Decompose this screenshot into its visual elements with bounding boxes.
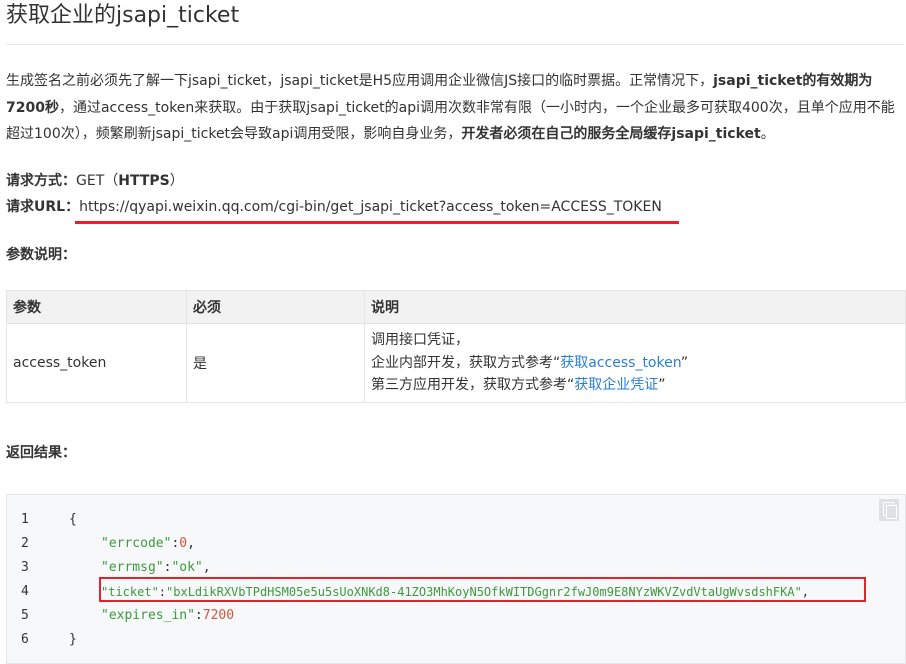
url-highlight-underline bbox=[75, 221, 679, 224]
param-desc-cell: 调用接口凭证， 企业内部开发，获取方式参考“获取access_token” 第三… bbox=[364, 323, 906, 403]
code-text: } bbox=[69, 632, 77, 647]
code-value: 7200 bbox=[202, 608, 235, 623]
params-header-required: 必须 bbox=[186, 290, 365, 324]
param-desc-line-3: 第三方应用开发，获取方式参考“获取企业凭证” bbox=[371, 374, 899, 397]
code-text: "errcode":0, bbox=[101, 532, 195, 556]
code-block: 1 { 2 "errcode":0, 3 "errmsg":"ok", 4 "t… bbox=[6, 494, 906, 664]
code-text: { bbox=[69, 512, 77, 527]
line-number: 6 bbox=[21, 632, 29, 647]
request-method-https: HTTPS bbox=[118, 173, 170, 189]
copy-icon-front bbox=[886, 505, 897, 519]
params-header-name: 参数 bbox=[6, 290, 187, 324]
request-method-close: ） bbox=[169, 173, 184, 189]
title-divider bbox=[6, 44, 904, 45]
param-desc-line-1: 调用接口凭证， bbox=[371, 332, 469, 349]
request-url-value[interactable]: https://qyapi.weixin.qq.com/cgi-bin/get_… bbox=[79, 199, 662, 215]
table-row: access_token 是 调用接口凭证， 企业内部开发，获取方式参考“获取a… bbox=[6, 323, 906, 403]
code-value: 0 bbox=[179, 536, 188, 551]
code-tail: , bbox=[187, 536, 195, 551]
request-method-row: 请求方式：GET（HTTPS） bbox=[6, 170, 184, 192]
params-header-desc: 说明 bbox=[364, 290, 906, 324]
code-sep: : bbox=[194, 608, 203, 623]
line-number: 4 bbox=[21, 584, 29, 599]
code-key: "errcode" bbox=[101, 536, 172, 551]
param-name-cell: access_token bbox=[6, 323, 187, 403]
link-get-access-token[interactable]: 获取access_token bbox=[560, 355, 681, 371]
param-required-cell: 是 bbox=[186, 323, 365, 403]
page-title: 获取企业的jsapi_ticket bbox=[6, 3, 240, 28]
ticket-highlight-box bbox=[99, 577, 866, 602]
line-number: 2 bbox=[21, 536, 29, 551]
line-number: 3 bbox=[21, 560, 29, 575]
code-key: "expires_in" bbox=[101, 608, 195, 623]
intro-text-1: 生成签名之前必须先了解一下jsapi_ticket，jsapi_ticket是H… bbox=[6, 73, 714, 89]
request-method-value: GET（ bbox=[76, 173, 119, 189]
intro-paragraph: 生成签名之前必须先了解一下jsapi_ticket，jsapi_ticket是H… bbox=[6, 68, 900, 148]
params-table: 参数 必须 说明 access_token 是 调用接口凭证， 企业内部开发，获… bbox=[6, 290, 906, 403]
copy-icon[interactable] bbox=[879, 499, 899, 521]
request-method-label: 请求方式： bbox=[6, 173, 76, 189]
line-number: 1 bbox=[21, 512, 29, 527]
param-desc-line-3-suffix: ” bbox=[658, 377, 666, 394]
request-url-label: 请求URL： bbox=[6, 199, 80, 215]
param-desc-line-2-suffix: ” bbox=[680, 354, 689, 371]
param-desc-line-2-prefix: 企业内部开发，获取方式参考“ bbox=[371, 354, 561, 371]
intro-bold-2: 开发者必须在自己的服务全局缓存jsapi_ticket bbox=[461, 126, 761, 142]
code-tail: , bbox=[202, 560, 211, 575]
line-number: 5 bbox=[21, 608, 29, 623]
code-text: "expires_in":7200 bbox=[101, 604, 234, 628]
params-section-title: 参数说明： bbox=[6, 247, 76, 263]
result-section-title: 返回结果： bbox=[6, 445, 76, 461]
request-url-row: 请求URL：https://qyapi.weixin.qq.com/cgi-bi… bbox=[6, 196, 662, 218]
param-desc-line-2: 企业内部开发，获取方式参考“获取access_token” bbox=[371, 352, 899, 375]
code-key: "errmsg" bbox=[101, 560, 164, 575]
code-value: "ok" bbox=[171, 560, 203, 575]
intro-text-3: 。 bbox=[760, 126, 775, 142]
link-get-corp-token[interactable]: 获取企业凭证 bbox=[574, 377, 658, 393]
params-header-row: 参数 必须 说明 bbox=[6, 290, 906, 324]
param-desc-line-3-prefix: 第三方应用开发，获取方式参考“ bbox=[371, 377, 575, 394]
